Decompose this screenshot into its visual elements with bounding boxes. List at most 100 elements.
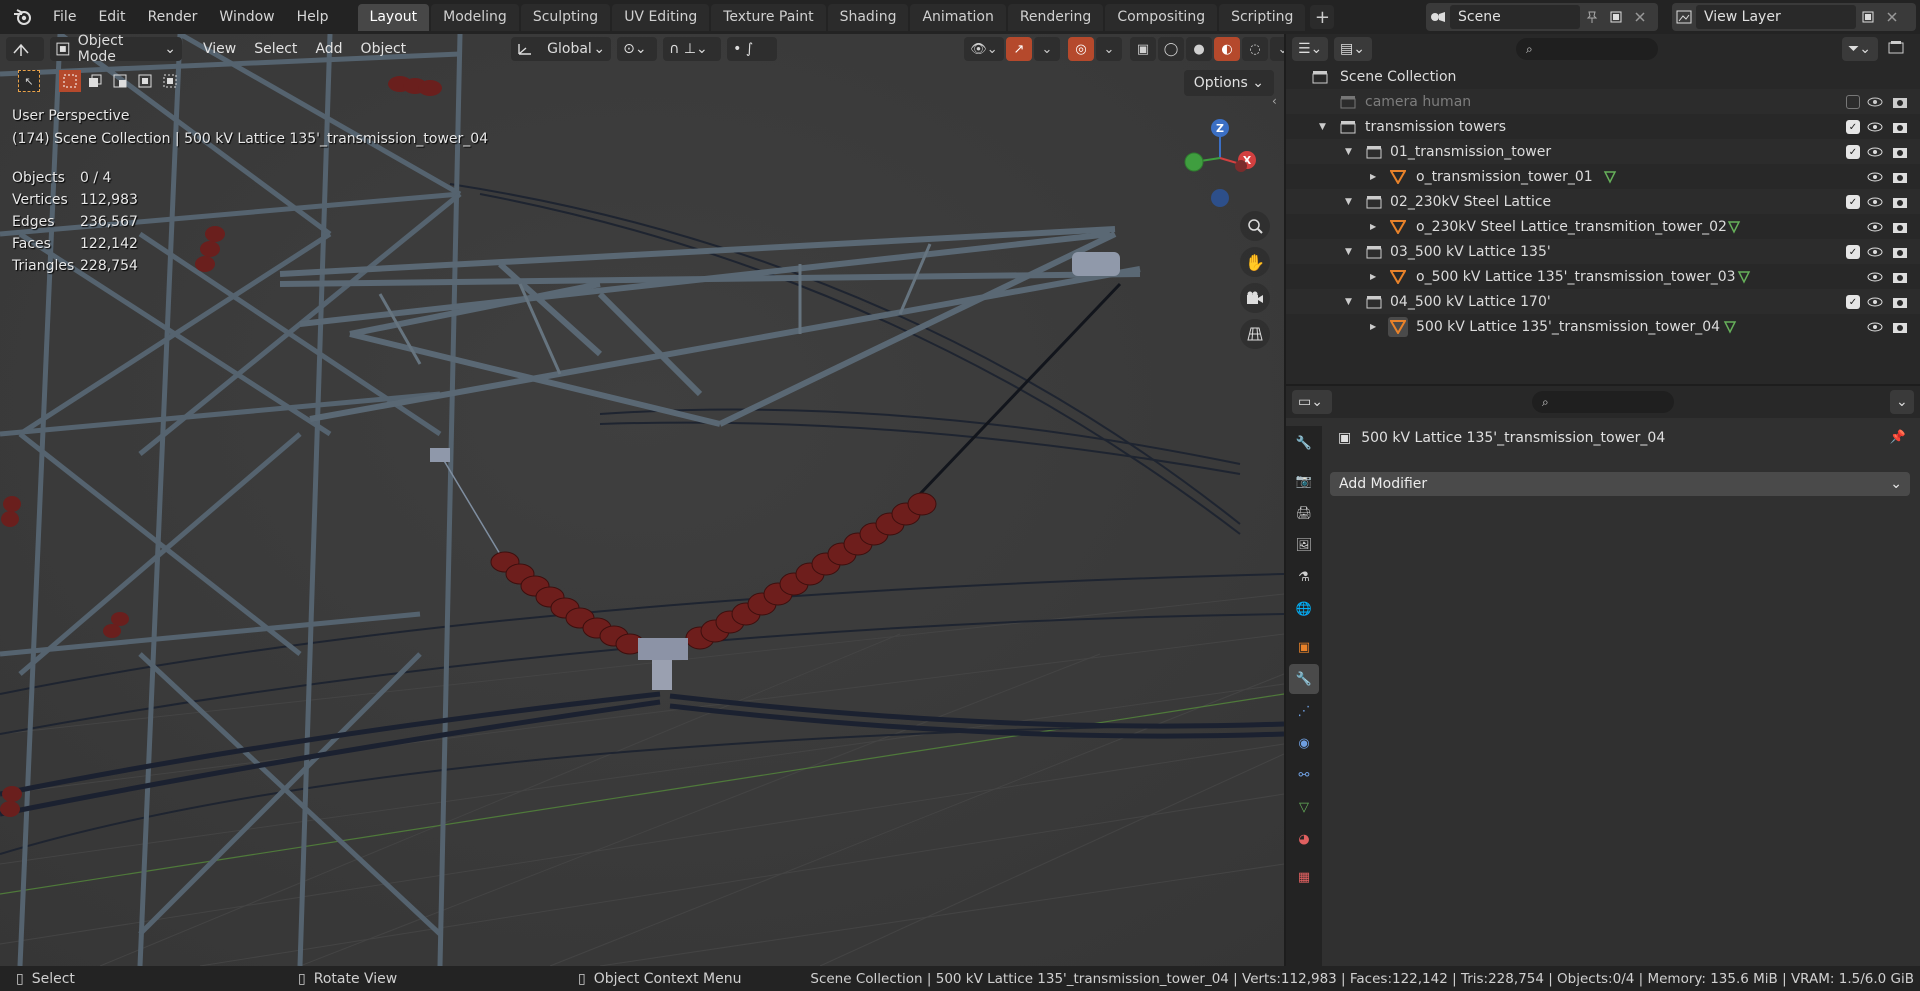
- outliner-search-input[interactable]: ⌕: [1516, 38, 1658, 60]
- tab-sculpting[interactable]: Sculpting: [520, 4, 611, 31]
- gizmo-toggle[interactable]: ↗: [1006, 37, 1032, 61]
- editor-type-button[interactable]: [6, 37, 44, 61]
- tool-tab-icon[interactable]: 🔧: [1289, 428, 1319, 458]
- pivot-point-button[interactable]: ⊙⌄: [617, 37, 658, 61]
- properties-options-button[interactable]: ⌄: [1890, 390, 1914, 414]
- select-menu[interactable]: Select: [245, 41, 306, 57]
- select-tool-icon[interactable]: ↖: [18, 70, 40, 92]
- eye-icon[interactable]: [1865, 144, 1885, 160]
- exclude-checkbox[interactable]: [1846, 95, 1860, 109]
- options-dropdown[interactable]: Options ⌄: [1183, 70, 1274, 96]
- outliner-row-object-tower-01[interactable]: ▶ o_transmission_tower_01: [1286, 164, 1920, 189]
- eye-icon[interactable]: [1865, 94, 1885, 110]
- particles-tab-icon[interactable]: ⋰: [1289, 696, 1319, 726]
- camera-view-icon[interactable]: [1240, 283, 1270, 313]
- eye-icon[interactable]: [1865, 319, 1885, 335]
- add-modifier-dropdown[interactable]: Add Modifier ⌄: [1330, 472, 1910, 496]
- exclude-checkbox[interactable]: ✓: [1846, 245, 1860, 259]
- menu-edit[interactable]: Edit: [87, 4, 136, 30]
- camera-render-icon[interactable]: [1890, 294, 1910, 310]
- wireframe-shading-button[interactable]: ◯: [1158, 37, 1184, 61]
- expand-arrow-icon[interactable]: ▶: [1370, 172, 1376, 181]
- object-tab-icon[interactable]: ▣: [1289, 632, 1319, 662]
- transform-orientation-dropdown[interactable]: Global ⌄: [511, 37, 612, 61]
- tab-layout[interactable]: Layout: [357, 4, 430, 31]
- physics-tab-icon[interactable]: ◉: [1289, 728, 1319, 758]
- expand-arrow-icon[interactable]: ▶: [1370, 322, 1376, 331]
- tab-rendering[interactable]: Rendering: [1007, 4, 1104, 31]
- expand-arrow-icon[interactable]: ▼: [1345, 247, 1352, 257]
- eye-icon[interactable]: [1865, 169, 1885, 185]
- eye-icon[interactable]: [1865, 269, 1885, 285]
- outliner-editor-type-button[interactable]: ☰⌄: [1292, 37, 1328, 61]
- outliner-row-camera-human[interactable]: camera human: [1286, 89, 1920, 114]
- display-mode-button[interactable]: ▤⌄: [1334, 37, 1372, 61]
- navigation-gizmo[interactable]: Z X: [1180, 104, 1260, 214]
- eye-icon[interactable]: [1865, 244, 1885, 260]
- outliner-row-03-lattice-135[interactable]: ▼ 03_500 kV Lattice 135' ✓: [1286, 239, 1920, 264]
- pin-icon[interactable]: [1580, 6, 1604, 28]
- object-mode-dropdown[interactable]: Object Mode ⌄: [50, 34, 182, 65]
- intersect-selection-icon[interactable]: [159, 70, 181, 92]
- snapping-button[interactable]: ∩ ⊥⌄: [663, 37, 722, 61]
- camera-render-icon[interactable]: [1890, 144, 1910, 160]
- expand-arrow-icon[interactable]: ▼: [1345, 147, 1352, 157]
- visibility-button[interactable]: 👁⌄: [964, 37, 1004, 61]
- view-layer-icon[interactable]: [1672, 6, 1696, 28]
- expand-arrow-icon[interactable]: ▼: [1319, 122, 1326, 132]
- camera-render-icon[interactable]: [1890, 319, 1910, 335]
- pan-hand-icon[interactable]: ✋: [1240, 247, 1270, 277]
- exclude-checkbox[interactable]: ✓: [1846, 120, 1860, 134]
- expand-arrow-icon[interactable]: ▶: [1370, 272, 1376, 281]
- filter-button[interactable]: ⏷⌄: [1842, 37, 1878, 61]
- constraints-tab-icon[interactable]: ⚯: [1289, 760, 1319, 790]
- data-tab-icon[interactable]: ▽: [1289, 792, 1319, 822]
- xray-toggle[interactable]: ▣: [1130, 37, 1156, 61]
- expand-arrow-icon[interactable]: ▶: [1370, 222, 1376, 231]
- extend-selection-icon[interactable]: [84, 70, 106, 92]
- material-shading-button[interactable]: ◐: [1214, 37, 1240, 61]
- camera-render-icon[interactable]: [1890, 94, 1910, 110]
- new-view-layer-icon[interactable]: [1856, 6, 1880, 28]
- eye-icon[interactable]: [1865, 194, 1885, 210]
- object-menu[interactable]: Object: [352, 41, 416, 57]
- camera-render-icon[interactable]: [1890, 244, 1910, 260]
- add-menu[interactable]: Add: [306, 41, 351, 57]
- outliner-row-02-steel-lattice[interactable]: ▼ 02_230kV Steel Lattice ✓: [1286, 189, 1920, 214]
- exclude-checkbox[interactable]: ✓: [1846, 145, 1860, 159]
- sidebar-toggle-icon[interactable]: ‹: [1272, 94, 1277, 108]
- gizmo-dropdown[interactable]: ⌄: [1034, 37, 1060, 61]
- view-menu[interactable]: View: [194, 41, 245, 57]
- scene-name-field[interactable]: Scene: [1450, 5, 1580, 29]
- outliner-row-01-transmission-tower[interactable]: ▼ 01_transmission_tower ✓: [1286, 139, 1920, 164]
- new-scene-icon[interactable]: [1604, 6, 1628, 28]
- properties-editor-type-button[interactable]: ▭⌄: [1292, 390, 1332, 414]
- render-tab-icon[interactable]: 📷: [1289, 466, 1319, 496]
- camera-render-icon[interactable]: [1890, 194, 1910, 210]
- texture-tab-icon[interactable]: ▦: [1289, 862, 1319, 892]
- expand-arrow-icon[interactable]: ▼: [1345, 197, 1352, 207]
- perspective-toggle-icon[interactable]: [1240, 319, 1270, 349]
- menu-render[interactable]: Render: [137, 4, 209, 30]
- camera-render-icon[interactable]: [1890, 269, 1910, 285]
- blender-logo-icon[interactable]: [10, 4, 36, 30]
- view-layer-field[interactable]: View Layer: [1696, 5, 1856, 29]
- outliner-row-object-tower-02[interactable]: ▶ o_230kV Steel Lattice_transmition_towe…: [1286, 214, 1920, 239]
- tab-scripting[interactable]: Scripting: [1219, 4, 1306, 31]
- outliner-row-transmission-towers[interactable]: ▼ transmission towers ✓: [1286, 114, 1920, 139]
- eye-icon[interactable]: [1865, 119, 1885, 135]
- invert-selection-icon[interactable]: [134, 70, 156, 92]
- expand-arrow-icon[interactable]: ▼: [1345, 297, 1352, 307]
- world-tab-icon[interactable]: 🌐: [1289, 594, 1319, 624]
- add-workspace-button[interactable]: +: [1310, 5, 1335, 29]
- proportional-editing-button[interactable]: • ∫: [727, 37, 778, 61]
- outliner-row-object-tower-04[interactable]: ▶ 500 kV Lattice 135'_transmission_tower…: [1286, 314, 1920, 339]
- tab-animation[interactable]: Animation: [910, 4, 1006, 31]
- exclude-checkbox[interactable]: ✓: [1846, 295, 1860, 309]
- camera-render-icon[interactable]: [1890, 169, 1910, 185]
- scene-icon[interactable]: [1426, 6, 1450, 28]
- new-collection-icon[interactable]: [1888, 40, 1910, 58]
- scene-tab-icon[interactable]: ⚗: [1289, 562, 1319, 592]
- eye-icon[interactable]: [1865, 219, 1885, 235]
- view-layer-tab-icon[interactable]: 🖼: [1289, 530, 1319, 560]
